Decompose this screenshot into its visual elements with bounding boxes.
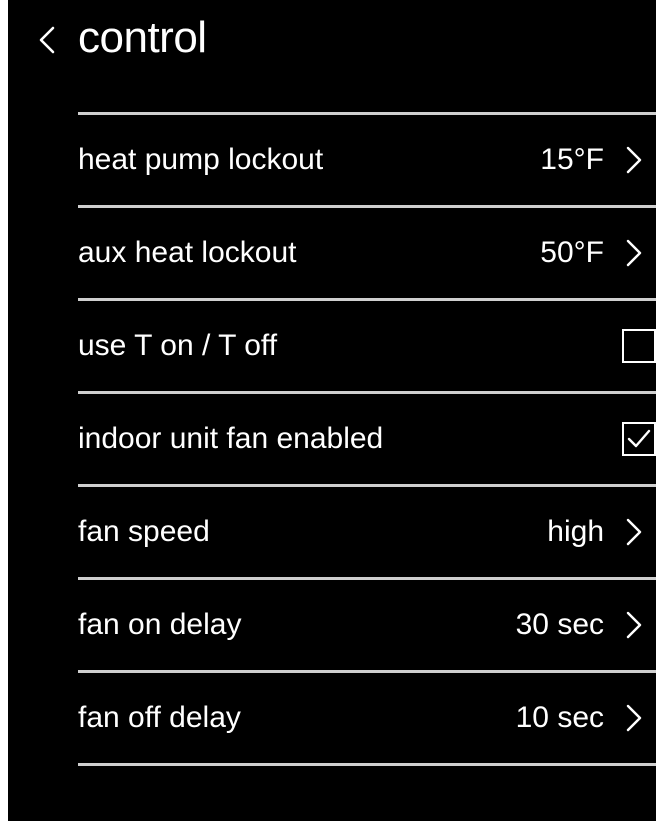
chevron-right-icon	[626, 239, 642, 267]
setting-label: fan speed	[78, 515, 210, 548]
back-button[interactable]	[30, 18, 64, 62]
header: control	[8, 0, 656, 80]
t-on-t-off-checkbox[interactable]	[622, 329, 656, 363]
setting-value: 50°F	[540, 236, 604, 269]
setting-row-fan-on-delay[interactable]: fan on delay 30 sec	[78, 580, 656, 670]
setting-row-fan-off-delay[interactable]: fan off delay 10 sec	[78, 673, 656, 763]
control-screen: control heat pump lockout 15°F aux heat …	[8, 0, 656, 821]
settings-list: heat pump lockout 15°F aux heat lockout …	[78, 112, 656, 766]
setting-label: use T on / T off	[78, 329, 278, 362]
setting-row-aux-heat-lockout[interactable]: aux heat lockout 50°F	[78, 208, 656, 298]
page-title: control	[78, 13, 207, 62]
chevron-right-icon	[626, 704, 642, 732]
setting-label: aux heat lockout	[78, 236, 297, 269]
chevron-right-icon	[626, 146, 642, 174]
divider	[78, 763, 656, 766]
setting-label: indoor unit fan enabled	[78, 422, 384, 455]
checkmark-icon	[627, 429, 651, 448]
chevron-right-icon	[626, 611, 642, 639]
setting-label: heat pump lockout	[78, 143, 324, 176]
chevron-left-icon	[39, 26, 55, 54]
setting-value: 10 sec	[515, 701, 604, 734]
chevron-right-icon	[626, 518, 642, 546]
setting-label: fan on delay	[78, 608, 242, 641]
setting-value: 30 sec	[515, 608, 604, 641]
setting-label: fan off delay	[78, 701, 241, 734]
setting-value: high	[547, 515, 604, 548]
setting-row-indoor-unit-fan-enabled[interactable]: indoor unit fan enabled	[78, 394, 656, 484]
setting-row-use-t-on-t-off[interactable]: use T on / T off	[78, 301, 656, 391]
setting-row-heat-pump-lockout[interactable]: heat pump lockout 15°F	[78, 115, 656, 205]
setting-value: 15°F	[540, 143, 604, 176]
indoor-fan-checkbox[interactable]	[622, 422, 656, 456]
setting-row-fan-speed[interactable]: fan speed high	[78, 487, 656, 577]
